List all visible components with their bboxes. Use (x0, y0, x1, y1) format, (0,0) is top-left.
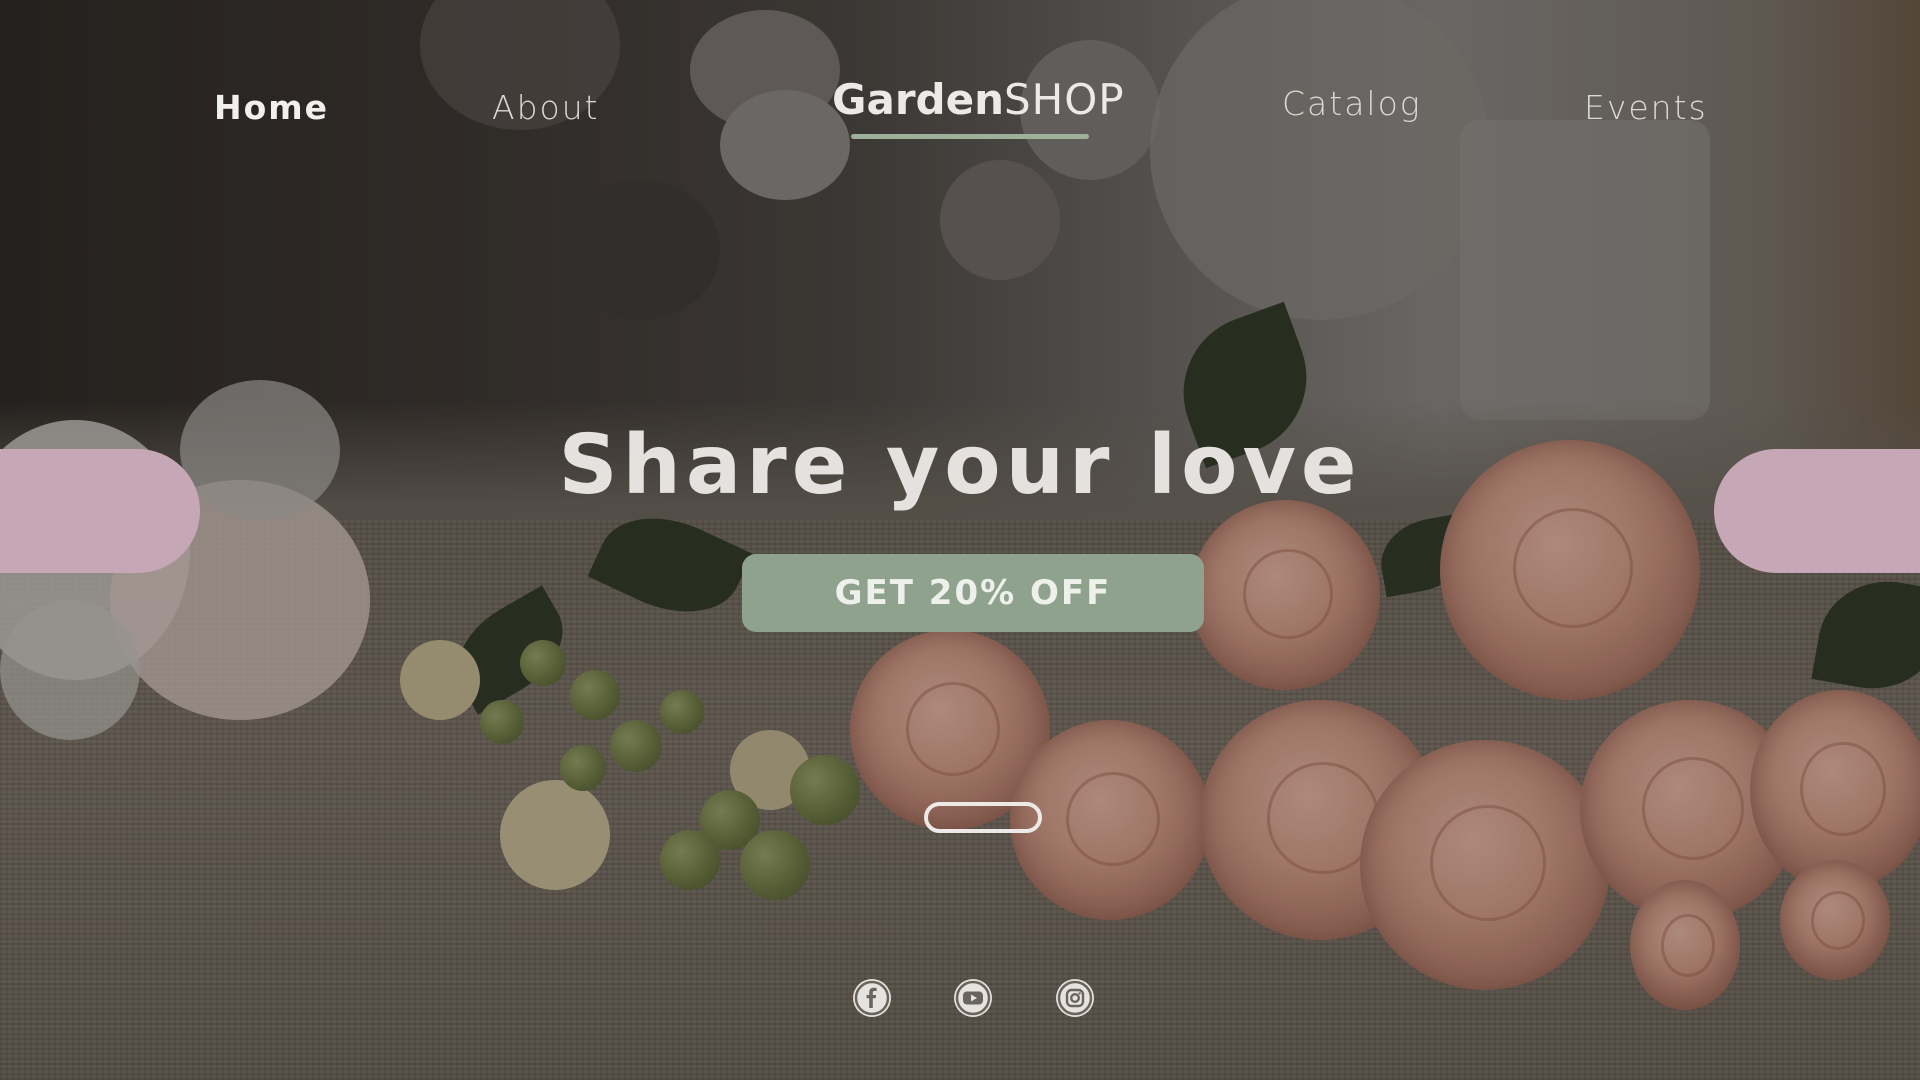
logo-underline (851, 134, 1089, 139)
landing-page: Home About GardenSHOP Catalog Events Sha… (0, 0, 1920, 1080)
facebook-icon[interactable] (853, 979, 891, 1017)
logo-text-bold: Garden (832, 75, 1004, 124)
nav-link-home[interactable]: Home (214, 86, 329, 130)
nav-link-about[interactable]: About (492, 86, 600, 130)
slide-indicator[interactable] (924, 802, 1042, 833)
get-discount-button[interactable]: GET 20% OFF (742, 554, 1204, 632)
instagram-icon[interactable] (1056, 979, 1094, 1017)
site-logo[interactable]: GardenSHOP (832, 74, 1125, 126)
nav-link-events[interactable]: Events (1584, 86, 1708, 130)
nav-link-catalog[interactable]: Catalog (1282, 82, 1422, 126)
logo-text-light: SHOP (1003, 75, 1125, 124)
hero-headline: Share your love (558, 418, 1362, 513)
youtube-icon[interactable] (954, 979, 992, 1017)
hero-background-image (0, 0, 1920, 1080)
